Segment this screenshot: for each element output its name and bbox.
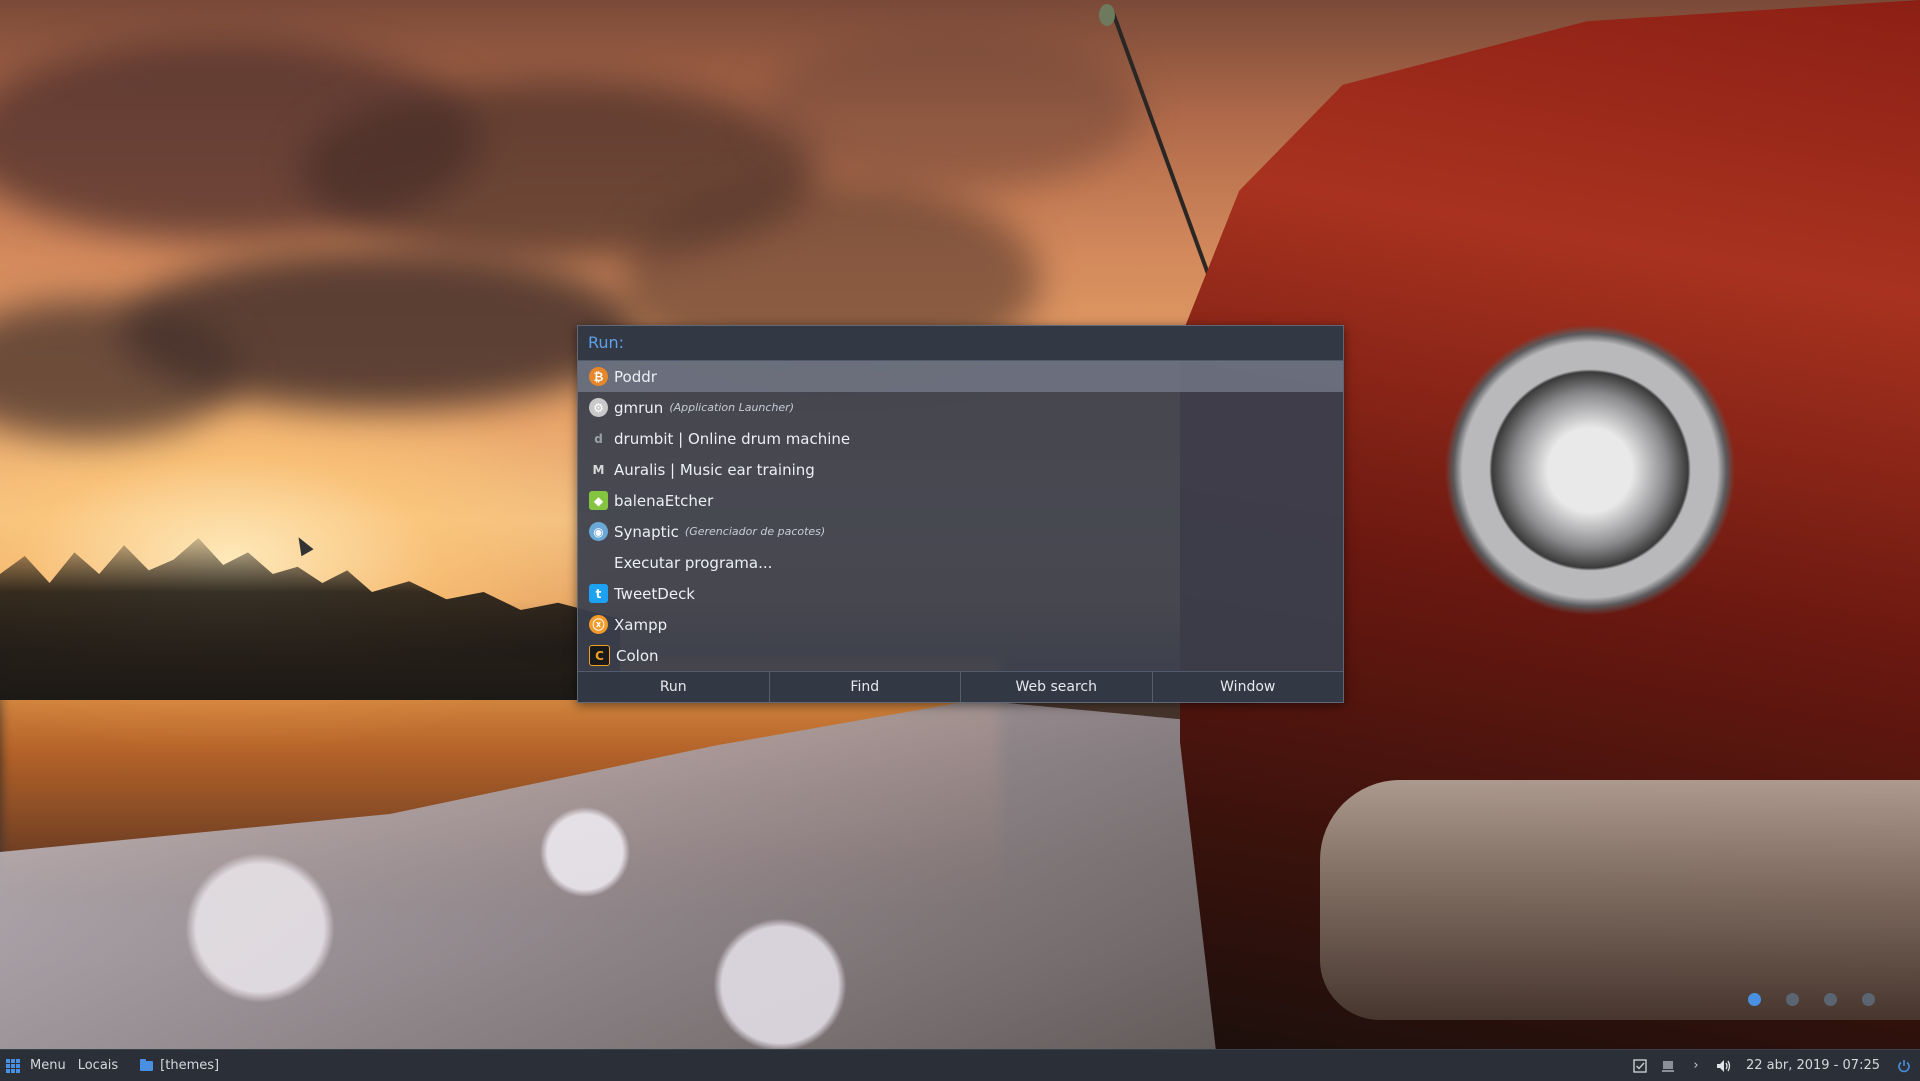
- run-result-label: Executar programa...: [614, 553, 773, 572]
- run-result-item[interactable]: ₿ Poddr: [578, 361, 1343, 392]
- run-result-label: Xampp: [614, 615, 668, 634]
- run-prompt-label: Run:: [588, 333, 625, 352]
- run-mode-button-web-search[interactable]: Web search: [961, 672, 1153, 702]
- synaptic-icon: ◉: [589, 522, 608, 541]
- run-result-label: gmrun: [614, 398, 664, 417]
- folder-icon: [140, 1058, 154, 1071]
- run-mode-button-window[interactable]: Window: [1153, 672, 1344, 702]
- run-result-label: drumbit | Online drum machine: [614, 429, 851, 448]
- run-result-label: TweetDeck: [614, 584, 695, 603]
- run-mode-button-run[interactable]: Run: [578, 672, 770, 702]
- screen-icon[interactable]: [1660, 1058, 1676, 1074]
- run-result-item[interactable]: ⚙ gmrun (Application Launcher): [578, 392, 1343, 423]
- run-result-label: balenaEtcher: [614, 491, 714, 510]
- places-button[interactable]: Locais: [72, 1050, 124, 1081]
- run-results-list: ₿ Poddr ⚙ gmrun (Application Launcher) d drumb…: [578, 361, 1343, 671]
- menu-label: Menu: [30, 1058, 66, 1073]
- auralis-icon: M: [592, 462, 605, 477]
- run-result-item[interactable]: M Auralis | Music ear training: [578, 454, 1343, 485]
- tasks-icon[interactable]: [1632, 1058, 1648, 1074]
- workspace-dot[interactable]: [1748, 993, 1761, 1006]
- run-result-item[interactable]: t TweetDeck: [578, 578, 1343, 609]
- run-result-item[interactable]: ⓧ Xampp: [578, 609, 1343, 640]
- panel-clock[interactable]: 22 abr, 2019 - 07:25: [1746, 1058, 1880, 1073]
- bottom-panel: Menu Locais [themes] › 22 abr, 2019 - 07…: [0, 1049, 1920, 1081]
- drumbit-icon: d: [594, 431, 603, 446]
- gmrun-icon: ⚙: [589, 398, 608, 417]
- workspace-dot[interactable]: [1786, 993, 1799, 1006]
- places-label: Locais: [77, 1058, 119, 1073]
- run-dialog-header[interactable]: Run:: [578, 326, 1343, 361]
- xampp-icon: ⓧ: [589, 615, 608, 634]
- run-mode-bar: Run Find Web search Window: [578, 671, 1343, 702]
- run-result-item[interactable]: d drumbit | Online drum machine: [578, 423, 1343, 454]
- chevron-right-icon[interactable]: ›: [1688, 1058, 1704, 1074]
- workspace-dot[interactable]: [1824, 993, 1837, 1006]
- run-result-item[interactable]: Executar programa...: [578, 547, 1343, 578]
- power-icon[interactable]: [1896, 1058, 1912, 1074]
- taskbar-window-themes[interactable]: [themes]: [134, 1050, 225, 1081]
- run-result-item[interactable]: C Colon: [578, 640, 1343, 671]
- balenaetcher-icon: ◆: [589, 491, 608, 510]
- run-result-label: Auralis | Music ear training: [614, 460, 815, 479]
- app-grid-icon: [6, 1058, 20, 1073]
- menu-button[interactable]: Menu: [0, 1050, 72, 1081]
- colon-icon: C: [589, 645, 610, 666]
- run-result-description: (Application Launcher): [669, 401, 794, 414]
- workspace-switcher: [1748, 993, 1900, 1006]
- run-result-description: (Gerenciador de pacotes): [684, 525, 826, 538]
- blank-icon: [589, 553, 608, 572]
- run-result-item[interactable]: ◉ Synaptic (Gerenciador de pacotes): [578, 516, 1343, 547]
- workspace-dot[interactable]: [1862, 993, 1875, 1006]
- run-dialog: Run: ₿ Poddr ⚙ gmrun (Application Launcher) d…: [577, 325, 1344, 703]
- run-result-item[interactable]: ◆ balenaEtcher: [578, 485, 1343, 516]
- volume-icon[interactable]: [1716, 1058, 1732, 1074]
- run-result-label: Synaptic: [614, 522, 679, 541]
- poddr-icon: ₿: [589, 367, 608, 386]
- run-mode-button-find[interactable]: Find: [770, 672, 961, 702]
- tweetdeck-icon: t: [589, 584, 608, 603]
- run-result-label: Colon: [616, 646, 659, 665]
- run-result-label: Poddr: [614, 367, 657, 386]
- taskbar-window-label: [themes]: [160, 1058, 220, 1073]
